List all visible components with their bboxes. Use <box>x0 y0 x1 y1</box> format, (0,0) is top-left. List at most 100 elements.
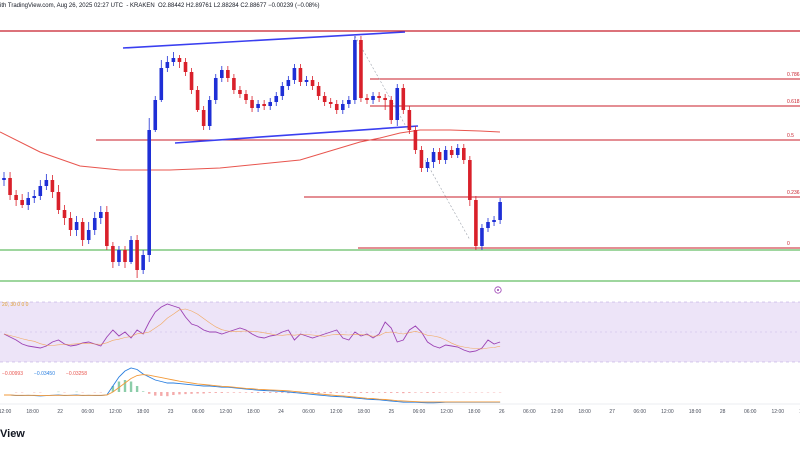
candle-body <box>165 62 170 68</box>
macd-histogram-bar <box>226 392 230 393</box>
candle-body <box>238 90 242 94</box>
candle-body <box>92 218 97 230</box>
macd-histogram-bar <box>365 392 369 393</box>
macd-histogram-bar <box>238 392 242 393</box>
projection-line <box>354 35 409 131</box>
macd-histogram-bar <box>402 392 405 394</box>
tradingview-brand: View <box>0 428 25 440</box>
candle-body <box>62 210 67 218</box>
candle-body <box>86 230 91 240</box>
macd-histogram-bar <box>269 392 272 393</box>
macd-histogram-bar <box>396 392 399 393</box>
macd-histogram-bar <box>244 392 248 393</box>
candle-body <box>244 94 248 100</box>
candle-body <box>14 195 18 200</box>
candle-body <box>159 68 164 100</box>
candle-body <box>462 148 466 160</box>
time-axis-tick: 18:00 <box>247 409 260 415</box>
time-axis-tick: 22 <box>57 409 63 415</box>
candle-body <box>310 80 315 86</box>
candle-body <box>371 96 375 100</box>
macd-histogram-bar <box>390 392 393 393</box>
time-axis-tick: 25 <box>389 409 395 415</box>
candle-body <box>135 240 139 270</box>
rsi-legend: 20, 30 0 0 0 <box>2 302 29 308</box>
candle-body <box>220 70 224 78</box>
macd-histogram-bar <box>341 392 344 393</box>
moving-average-line <box>0 129 501 171</box>
time-axis-tick: 18:00 <box>137 409 150 415</box>
candle-body <box>105 212 109 246</box>
candle-body <box>2 178 6 180</box>
candle-body <box>195 90 200 110</box>
price-panel: 0.786 0.618 0.5 0.236 0 <box>0 30 800 294</box>
candle-body <box>80 222 85 240</box>
candle-body <box>449 150 454 155</box>
candle-body <box>274 96 279 102</box>
candle-body <box>262 104 266 106</box>
macd-histogram-bar <box>420 392 423 393</box>
time-axis-tick: 18:00 <box>468 409 481 415</box>
macd-histogram-bar <box>202 392 205 394</box>
candle-body <box>68 218 73 230</box>
candle-body <box>304 80 309 82</box>
time-axis-tick: 06:00 <box>302 409 315 415</box>
macd-histogram-bar <box>347 392 351 393</box>
candle-body <box>498 202 502 220</box>
candle-body <box>322 96 327 102</box>
macd-histogram-bar <box>432 392 435 393</box>
candle-body <box>383 98 387 100</box>
macd-histogram-bar <box>353 392 357 393</box>
fib-level-label: 0.5 <box>787 133 794 139</box>
candle-body <box>431 152 436 162</box>
candle-body <box>437 152 442 160</box>
time-axis-tick: 06:00 <box>744 409 757 415</box>
macd-histogram-bar <box>317 392 320 394</box>
macd-histogram-bar <box>135 386 139 392</box>
time-axis-tick: 06:00 <box>192 409 205 415</box>
time-axis-tick: 12:00 <box>772 409 785 415</box>
candle-body <box>401 88 406 110</box>
time-axis: 12:00 18:00 22 06:00 12:00 18:00 23 06:00 12:00 1… <box>0 403 800 415</box>
macd-histogram-bar <box>323 392 326 394</box>
candle-body <box>256 104 260 108</box>
macd-histogram-bar <box>141 391 145 392</box>
candle-body <box>359 40 363 98</box>
candle-body <box>413 130 418 150</box>
candle-body <box>213 78 218 100</box>
candle-body <box>171 58 176 62</box>
time-axis-tick: 06:00 <box>634 409 647 415</box>
candle-body <box>347 100 351 104</box>
macd-panel: −0.00993 −0.03450 −0.03258 <box>2 367 502 404</box>
time-axis-tick: 06:00 <box>523 409 536 415</box>
candle-body <box>201 110 206 126</box>
candle-body <box>443 150 448 160</box>
macd-histogram-bar <box>329 392 332 394</box>
candle-body <box>480 228 484 246</box>
macd-histogram-bar <box>262 392 266 393</box>
candle-body <box>353 40 357 100</box>
candle-body <box>280 86 285 96</box>
macd-legend-value: −0.03450 <box>34 371 55 377</box>
macd-histogram-bar <box>172 392 175 395</box>
macd-legend-value: −0.03258 <box>66 371 87 377</box>
time-axis-tick: 18:00 <box>358 409 371 415</box>
candle-body <box>123 250 127 262</box>
candle-body <box>147 130 151 255</box>
candle-body <box>189 72 194 90</box>
candle-body <box>56 192 61 210</box>
time-axis-tick: 23 <box>168 409 174 415</box>
macd-histogram-bar <box>196 392 199 394</box>
candle-body <box>177 58 182 62</box>
macd-histogram-bar <box>123 380 127 392</box>
macd-histogram-bar <box>377 392 381 393</box>
macd-histogram-bar <box>208 392 211 393</box>
time-axis-tick: 12:00 <box>440 409 453 415</box>
macd-histogram-bar <box>256 392 260 393</box>
macd-histogram-bar <box>232 392 236 393</box>
candle-body <box>99 212 103 218</box>
candle-body <box>26 198 30 205</box>
candle-body <box>419 150 424 168</box>
time-axis-tick: 26 <box>499 409 505 415</box>
candle-body <box>38 186 43 196</box>
